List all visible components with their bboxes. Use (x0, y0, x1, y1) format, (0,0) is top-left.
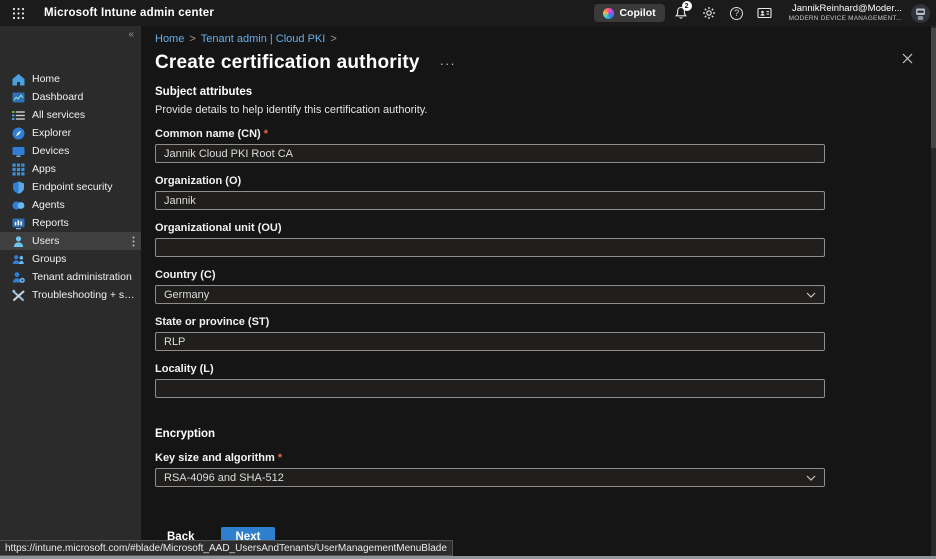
user-org: MODERN DEVICE MANAGEMENT... (789, 15, 902, 23)
sidebar-item-tenant-administration[interactable]: Tenant administration (0, 268, 141, 286)
waffle-icon (12, 7, 25, 20)
country-field: Country (C) Germany (155, 269, 922, 304)
all-services-icon (12, 109, 25, 122)
encryption-heading: Encryption (155, 428, 922, 440)
sidebar-item-all-services[interactable]: All services (0, 106, 141, 124)
sidebar-item-troubleshooting-support[interactable]: Troubleshooting + support (0, 286, 141, 304)
sidebar-item-users[interactable]: Users (0, 232, 141, 250)
apps-icon (12, 163, 25, 176)
close-icon (902, 53, 913, 64)
devices-icon (12, 145, 25, 158)
sidebar: « Home Dashboard (0, 26, 141, 559)
breadcrumb-separator: > (330, 33, 336, 45)
breadcrumb-home-link[interactable]: Home (155, 33, 184, 45)
app-launcher-button[interactable] (0, 0, 36, 26)
organization-field: Organization (O) (155, 175, 922, 210)
common-name-input[interactable] (155, 144, 825, 163)
subject-attributes-heading: Subject attributes (155, 86, 922, 98)
status-url: https://intune.microsoft.com/#blade/Micr… (5, 543, 447, 554)
topbar-actions: Copilot 2 (594, 1, 936, 25)
title-row: Create certification authority ··· (155, 50, 922, 76)
common-name-label: Common name (CN)* (155, 128, 922, 140)
sidebar-item-endpoint-security[interactable]: Endpoint security (0, 178, 141, 196)
users-context-menu-icon[interactable] (132, 236, 135, 247)
organization-input[interactable] (155, 191, 825, 210)
sidebar-item-dashboard[interactable]: Dashboard (0, 88, 141, 106)
chevron-down-icon (806, 475, 816, 481)
notification-badge: 2 (682, 1, 692, 11)
sidebar-item-home[interactable]: Home (0, 70, 141, 88)
chevron-down-icon (806, 292, 816, 298)
key-size-select[interactable]: RSA-4096 and SHA-512 (155, 468, 825, 487)
account-menu[interactable]: JannikReinhard@Moder... MODERN DEVICE MA… (789, 3, 902, 23)
user-icon (12, 235, 25, 248)
copilot-button[interactable]: Copilot (594, 4, 664, 22)
feedback-button[interactable] (753, 1, 777, 25)
settings-button[interactable] (697, 1, 721, 25)
create-ca-blade: Home > Tenant admin | Cloud PKI > Create… (141, 26, 936, 559)
gear-icon (702, 6, 716, 20)
country-select[interactable]: Germany (155, 285, 825, 304)
avatar[interactable] (911, 4, 930, 23)
subject-attributes-description: Provide details to help identify this ce… (155, 104, 922, 116)
user-name: JannikReinhard@Moder... (789, 3, 902, 15)
explorer-icon (12, 127, 25, 140)
scrollbar[interactable] (931, 26, 936, 556)
state-field: State or province (ST) (155, 316, 922, 351)
dashboard-icon (12, 91, 25, 104)
status-bar-url-tooltip: https://intune.microsoft.com/#blade/Micr… (0, 540, 453, 556)
home-icon (12, 73, 25, 86)
sidebar-nav: Home Dashboard All services (0, 26, 141, 304)
common-name-field: Common name (CN)* (155, 128, 922, 163)
organizational-unit-input[interactable] (155, 238, 825, 257)
feedback-icon (757, 6, 772, 20)
top-bar: Microsoft Intune admin center Copilot 2 (0, 0, 936, 26)
organizational-unit-label: Organizational unit (OU) (155, 222, 922, 234)
sidebar-item-reports[interactable]: Reports (0, 214, 141, 232)
sidebar-item-apps[interactable]: Apps (0, 160, 141, 178)
scrollbar-thumb[interactable] (931, 28, 936, 148)
tenant-administration-icon (12, 271, 25, 284)
key-size-selected-value: RSA-4096 and SHA-512 (164, 472, 284, 484)
shield-icon (12, 181, 25, 194)
breadcrumb-tenant-admin-link[interactable]: Tenant admin | Cloud PKI (201, 33, 326, 45)
close-button[interactable] (899, 50, 915, 66)
copilot-label: Copilot (619, 7, 655, 19)
page-title: Create certification authority (155, 52, 420, 74)
sidebar-item-agents[interactable]: Agents (0, 196, 141, 214)
required-marker: * (264, 128, 268, 140)
intune-admin-window: Microsoft Intune admin center Copilot 2 (0, 0, 936, 559)
breadcrumb: Home > Tenant admin | Cloud PKI > (155, 26, 922, 45)
state-label: State or province (ST) (155, 316, 922, 328)
help-icon: ? (730, 7, 743, 20)
groups-icon (12, 253, 25, 266)
notifications-button[interactable]: 2 (669, 1, 693, 25)
organizational-unit-field: Organizational unit (OU) (155, 222, 922, 257)
troubleshooting-icon (12, 289, 25, 302)
sidebar-item-devices[interactable]: Devices (0, 142, 141, 160)
app-title: Microsoft Intune admin center (44, 7, 214, 19)
required-marker: * (278, 452, 282, 464)
country-selected-value: Germany (164, 289, 209, 301)
organization-label: Organization (O) (155, 175, 922, 187)
key-size-field: Key size and algorithm* RSA-4096 and SHA… (155, 452, 922, 487)
key-size-label: Key size and algorithm* (155, 452, 922, 464)
locality-label: Locality (L) (155, 363, 922, 375)
reports-icon (12, 217, 25, 230)
copilot-icon (603, 8, 614, 19)
sidebar-collapse-button[interactable]: « (128, 29, 134, 40)
help-button[interactable]: ? (725, 1, 749, 25)
sidebar-item-groups[interactable]: Groups (0, 250, 141, 268)
locality-field: Locality (L) (155, 363, 922, 398)
sidebar-item-explorer[interactable]: Explorer (0, 124, 141, 142)
breadcrumb-separator: > (189, 33, 195, 45)
avatar-image (911, 4, 930, 23)
locality-input[interactable] (155, 379, 825, 398)
country-label: Country (C) (155, 269, 922, 281)
agents-icon (12, 199, 25, 212)
title-context-menu-button[interactable]: ··· (440, 56, 456, 71)
state-input[interactable] (155, 332, 825, 351)
